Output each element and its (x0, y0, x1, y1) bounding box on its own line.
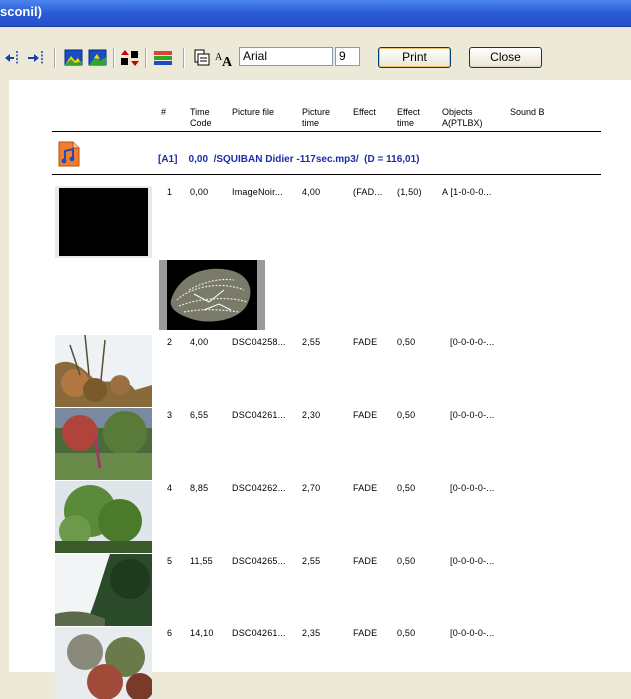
cell-effect-time: (1,50) (397, 187, 422, 197)
slide-thumbnail[interactable] (55, 554, 152, 626)
toolbar-separator (145, 48, 147, 68)
toolbar-separator (183, 48, 185, 68)
cell-effect-time: 0,50 (397, 337, 416, 347)
window-title: sconil) (0, 4, 42, 19)
slide-thumbnail[interactable] (55, 627, 152, 699)
cell-effect: FADE (353, 556, 378, 566)
print-preview-page: # Time Code Picture file Picture time Ef… (9, 80, 631, 699)
cell-objects: [0-0-0-0-... (450, 628, 495, 638)
print-button[interactable]: Print (378, 47, 451, 68)
cell-picture-file: DSC04258... (232, 337, 286, 347)
mp3-file-icon (58, 141, 80, 167)
cell-picture-file: DSC04265... (232, 556, 286, 566)
font-name-field[interactable]: Arial (239, 47, 333, 66)
header-time-code: Time Code (190, 107, 212, 128)
slide-thumbnail[interactable] (55, 408, 152, 480)
slide-thumbnail[interactable] (55, 186, 152, 258)
slide-thumbnail[interactable] (55, 481, 152, 553)
header-picture-time: Picture time (302, 107, 331, 128)
title-bar: sconil) (0, 0, 631, 27)
sound-divider (52, 174, 601, 175)
cell-time-code: 8,85 (190, 483, 209, 493)
cell-number: 5 (167, 556, 173, 566)
sort-arrows-icon[interactable] (120, 48, 140, 68)
cell-picture-time: 2,70 (302, 483, 321, 493)
font-size-icon[interactable]: A A (214, 48, 234, 68)
cell-picture-file: DSC04261... (232, 628, 286, 638)
cell-picture-file: DSC04261... (232, 410, 286, 420)
cell-effect: FADE (353, 337, 378, 347)
cell-objects: A [1-0-0-0... (442, 187, 492, 197)
header-sound-b: Sound B (510, 107, 545, 117)
cell-picture-time: 2,30 (302, 410, 321, 420)
header-picture-file: Picture file (232, 107, 275, 117)
header-effect: Effect (353, 107, 376, 117)
cell-picture-time: 2,55 (302, 337, 321, 347)
cell-time-code: 14,10 (190, 628, 214, 638)
shrink-columns-icon[interactable] (3, 48, 23, 68)
layers-icon[interactable] (153, 48, 173, 68)
cell-objects: [0-0-0-0-... (450, 337, 495, 347)
cell-picture-time: 2,55 (302, 556, 321, 566)
picture-icon[interactable] (64, 48, 84, 68)
toolbar-separator (113, 48, 115, 68)
cell-time-code: 0,00 (190, 187, 209, 197)
cell-picture-time: 4,00 (302, 187, 321, 197)
cell-time-code: 4,00 (190, 337, 209, 347)
transition-mask-thumbnail[interactable] (159, 260, 265, 330)
cell-time-code: 6,55 (190, 410, 209, 420)
cell-objects: [0-0-0-0-... (450, 483, 495, 493)
toolbar-separator (54, 48, 56, 68)
svg-text:A: A (222, 55, 233, 68)
cell-effect: FADE (353, 410, 378, 420)
cell-number: 4 (167, 483, 173, 493)
expand-columns-icon[interactable] (26, 48, 46, 68)
header-objects: Objects A(PTLBX) (442, 107, 483, 128)
cell-number: 2 (167, 337, 173, 347)
cell-objects: [0-0-0-0-... (450, 410, 495, 420)
cell-picture-file: ImageNoir... (232, 187, 283, 197)
header-number: # (161, 107, 167, 117)
cell-effect: FADE (353, 483, 378, 493)
header-effect-time: Effect time (397, 107, 420, 128)
cell-effect-time: 0,50 (397, 628, 416, 638)
slide-thumbnail[interactable] (55, 335, 152, 407)
page-setup-icon[interactable] (191, 48, 211, 68)
sound-track-line: [A1] 0,00 /SQUIBAN Didier -117sec.mp3/ (… (158, 154, 420, 165)
toolbar: A A Arial 9 Print Close (0, 44, 631, 72)
close-button[interactable]: Close (469, 47, 542, 68)
cell-number: 3 (167, 410, 173, 420)
cell-effect-time: 0,50 (397, 483, 416, 493)
cell-effect: FADE (353, 628, 378, 638)
cell-objects: [0-0-0-0-... (450, 556, 495, 566)
cell-effect: (FAD... (353, 187, 383, 197)
cell-number: 6 (167, 628, 173, 638)
cell-number: 1 (167, 187, 173, 197)
cell-effect-time: 0,50 (397, 556, 416, 566)
cell-picture-time: 2,35 (302, 628, 321, 638)
header-divider (52, 131, 601, 132)
cell-effect-time: 0,50 (397, 410, 416, 420)
font-size-field[interactable]: 9 (335, 47, 360, 66)
cell-picture-file: DSC04262... (232, 483, 286, 493)
picture-resize-icon[interactable] (88, 48, 108, 68)
cell-time-code: 11,55 (190, 556, 213, 566)
